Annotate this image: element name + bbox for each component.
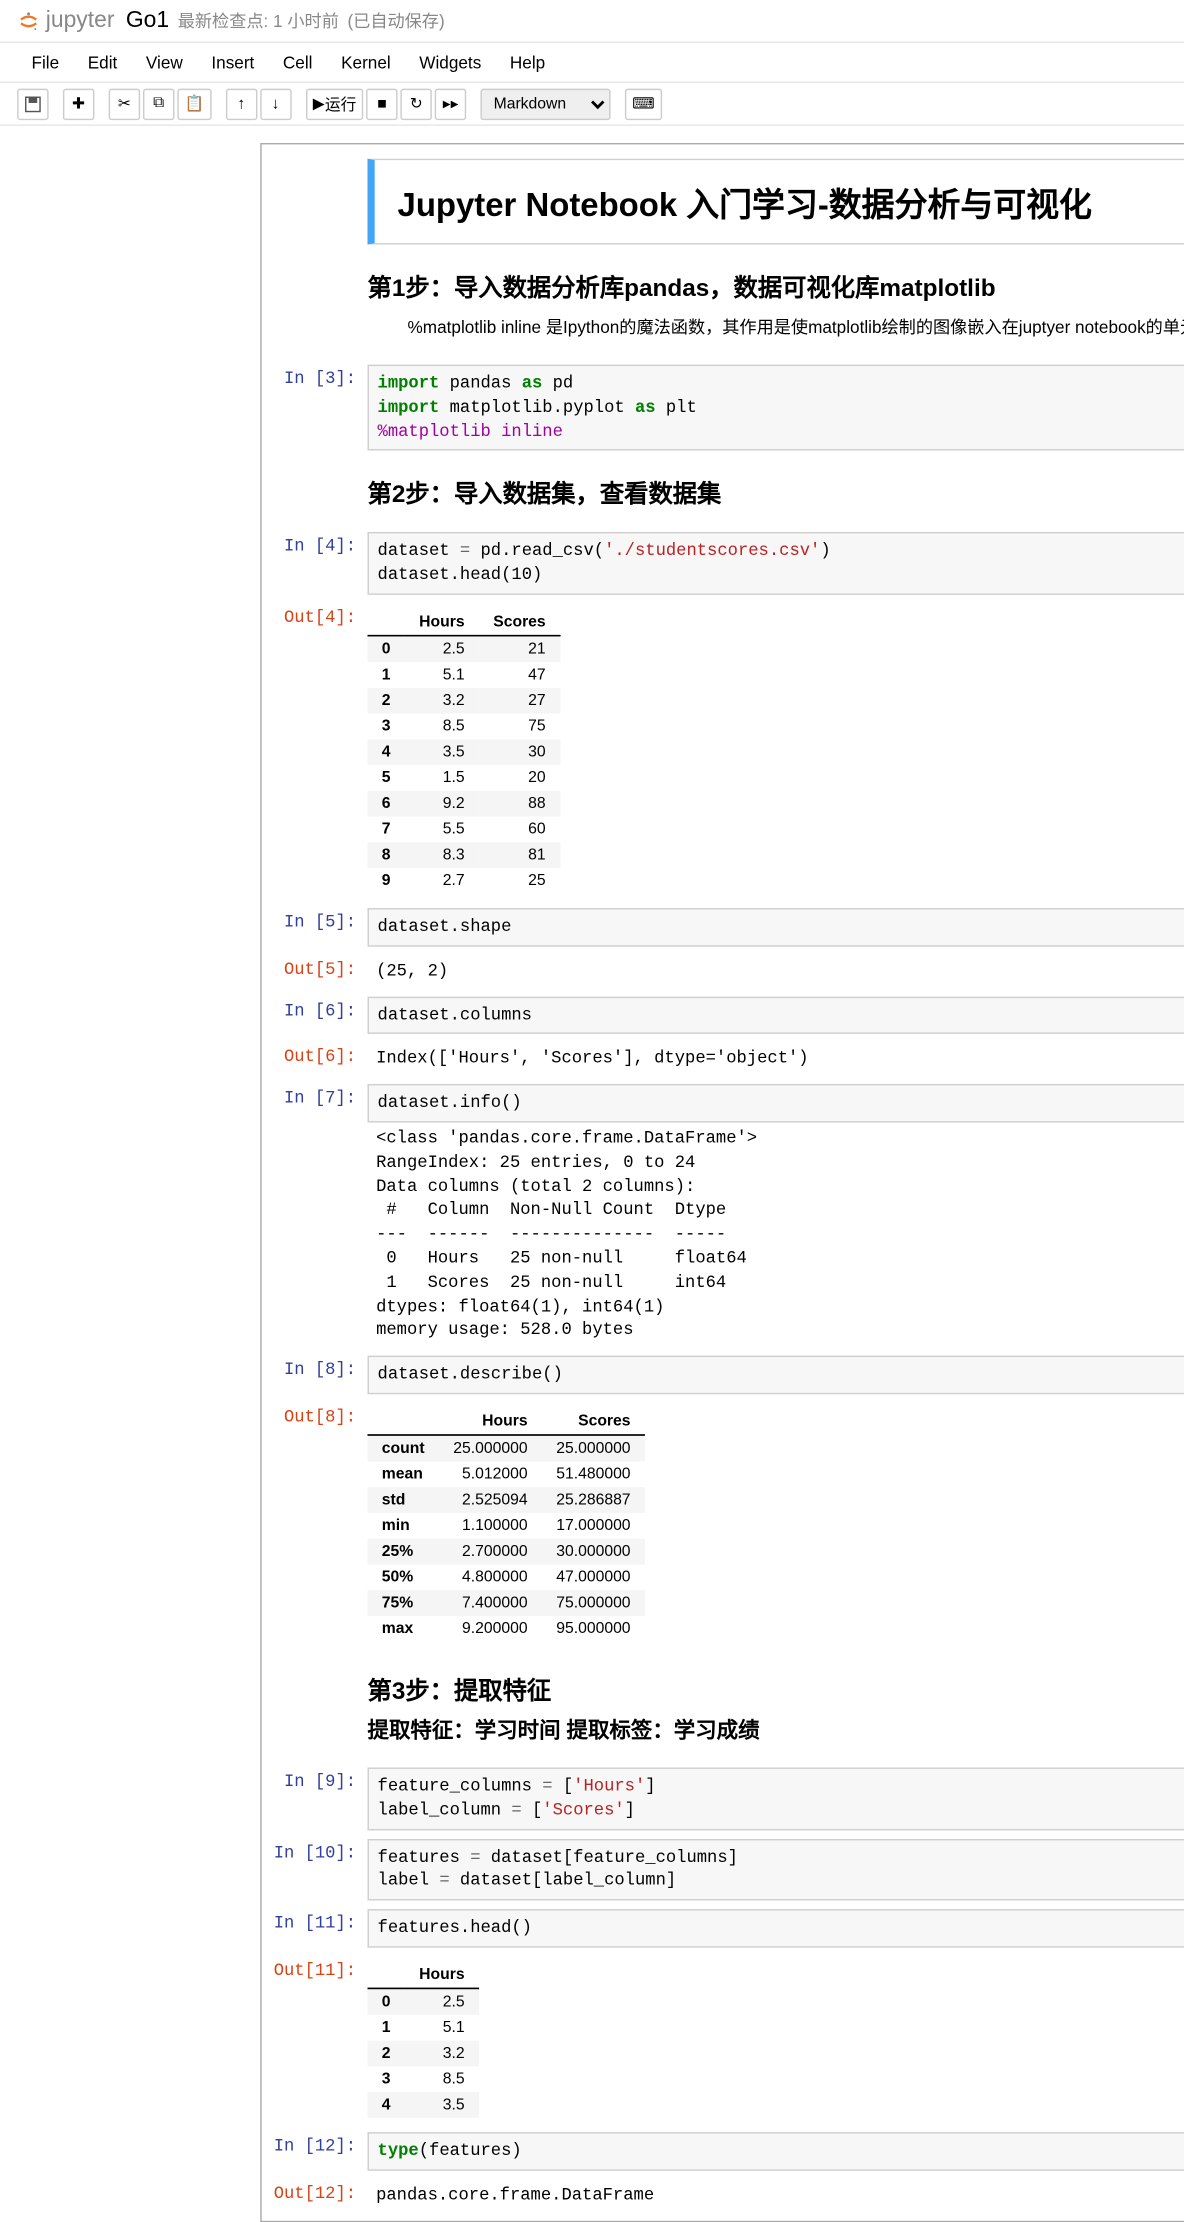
- section-heading: 第2步：导入数据集，查看数据集: [368, 474, 1184, 510]
- output-cell: Out[11]: Hours02.515.123.238.543.5: [262, 1956, 1184, 2123]
- dataframe-table: HoursScorescount25.00000025.000000mean5.…: [368, 1408, 645, 1641]
- code-cell[interactable]: In [11]: features.head(): [262, 1909, 1184, 1947]
- in-prompt: In [3]:: [262, 365, 368, 451]
- dataframe-table: HoursScores02.52115.14723.22738.57543.53…: [368, 609, 560, 894]
- dataframe-table: Hours02.515.123.238.543.5: [368, 1962, 479, 2118]
- save-button[interactable]: [17, 88, 48, 119]
- menu-cell[interactable]: Cell: [269, 46, 327, 77]
- out-prompt: Out[12]:: [262, 2179, 368, 2212]
- in-prompt: In [10]:: [262, 1838, 368, 1900]
- output-cell: Out[8]: HoursScorescount25.00000025.0000…: [262, 1403, 1184, 1648]
- code-input[interactable]: dataset.columns: [368, 996, 1184, 1034]
- code-cell[interactable]: In [9]: feature_columns = ['Hours'] labe…: [262, 1767, 1184, 1829]
- code-cell[interactable]: In [8]: dataset.describe(): [262, 1356, 1184, 1394]
- restart-run-all-button[interactable]: ▸▸: [435, 88, 466, 119]
- restart-button[interactable]: ↻: [401, 88, 432, 119]
- code-input[interactable]: dataset.info(): [368, 1084, 1184, 1122]
- command-palette-button[interactable]: ⌨: [625, 88, 662, 119]
- out-prompt: Out[11]:: [262, 1956, 368, 2123]
- menu-insert[interactable]: Insert: [197, 46, 269, 77]
- in-prompt: In [7]:: [262, 1084, 368, 1347]
- notebook-name[interactable]: Go1: [126, 8, 169, 34]
- code-cell[interactable]: In [10]: features = dataset[feature_colu…: [262, 1838, 1184, 1900]
- in-prompt: In [8]:: [262, 1356, 368, 1394]
- menu-view[interactable]: View: [132, 46, 197, 77]
- jupyter-logo[interactable]: jupyter: [17, 8, 114, 34]
- code-input[interactable]: features.head(): [368, 1909, 1184, 1947]
- in-prompt: In [11]:: [262, 1909, 368, 1947]
- output-text: pandas.core.frame.DataFrame: [368, 2179, 1184, 2212]
- interrupt-button[interactable]: ■: [366, 88, 397, 119]
- output-cell: Out[12]: pandas.core.frame.DataFrame: [262, 2179, 1184, 2212]
- out-prompt: Out[4]:: [262, 603, 368, 899]
- in-prompt: In [9]:: [262, 1767, 368, 1829]
- out-prompt: Out[6]:: [262, 1043, 368, 1076]
- cut-button[interactable]: ✂: [109, 88, 140, 119]
- header-bar: jupyter Go1 最新检查点: 1 小时前 (已自动保存) Logout: [0, 0, 1184, 43]
- code-input[interactable]: dataset = pd.read_csv('./studentscores.c…: [368, 533, 1184, 595]
- section-heading: 第1步：导入数据分析库pandas，数据可视化库matplotlib: [368, 267, 1184, 303]
- menu-help[interactable]: Help: [496, 46, 560, 77]
- page-title: Jupyter Notebook 入门学习-数据分析与可视化: [398, 177, 1184, 226]
- code-input[interactable]: feature_columns = ['Hours'] label_column…: [368, 1767, 1184, 1829]
- output-cell: Out[4]: HoursScores02.52115.14723.22738.…: [262, 603, 1184, 899]
- markdown-cell[interactable]: 第3步：提取特征 提取特征：学习时间 提取标签：学习成绩: [262, 1656, 1184, 1759]
- code-cell[interactable]: In [7]: dataset.info() <class 'pandas.co…: [262, 1084, 1184, 1347]
- code-input[interactable]: type(features): [368, 2132, 1184, 2170]
- logo-text: jupyter: [46, 8, 115, 34]
- in-prompt: In [6]:: [262, 996, 368, 1034]
- markdown-cell[interactable]: Jupyter Notebook 入门学习-数据分析与可视化 第1步：导入数据分…: [262, 153, 1184, 356]
- checkpoint-status: 最新检查点: 1 小时前: [178, 9, 339, 33]
- save-icon: [24, 95, 41, 112]
- out-prompt: Out[8]:: [262, 1403, 368, 1648]
- out-prompt: Out[5]:: [262, 955, 368, 988]
- markdown-text: %matplotlib inline 是Ipython的魔法函数，其作用是使ma…: [368, 315, 1184, 339]
- code-input[interactable]: import pandas as pd import matplotlib.py…: [368, 365, 1184, 451]
- menu-kernel[interactable]: Kernel: [327, 46, 405, 77]
- code-input[interactable]: features = dataset[feature_columns] labe…: [368, 1838, 1184, 1900]
- jupyter-icon: [17, 9, 40, 32]
- in-prompt: In [12]:: [262, 2132, 368, 2170]
- menu-bar: File Edit View Insert Cell Kernel Widget…: [0, 43, 1184, 83]
- menu-widgets[interactable]: Widgets: [405, 46, 496, 77]
- paste-button[interactable]: 📋: [177, 88, 211, 119]
- in-prompt: In [5]:: [262, 908, 368, 946]
- menu-file[interactable]: File: [17, 46, 73, 77]
- toolbar: ✚ ✂ ⧉ 📋 ↑ ↓ ▶ 运行 ■ ↻ ▸▸ Markdown ⌨: [0, 83, 1184, 126]
- menu-edit[interactable]: Edit: [73, 46, 131, 77]
- notebook-container: Jupyter Notebook 入门学习-数据分析与可视化 第1步：导入数据分…: [260, 143, 1184, 2222]
- code-cell[interactable]: In [6]: dataset.columns: [262, 996, 1184, 1034]
- move-down-button[interactable]: ↓: [260, 88, 291, 119]
- move-up-button[interactable]: ↑: [226, 88, 257, 119]
- run-button[interactable]: ▶ 运行: [306, 88, 364, 119]
- output-text: <class 'pandas.core.frame.DataFrame'> Ra…: [368, 1123, 1184, 1348]
- code-cell[interactable]: In [12]: type(features): [262, 2132, 1184, 2170]
- code-input[interactable]: dataset.shape: [368, 908, 1184, 946]
- code-cell[interactable]: In [5]: dataset.shape: [262, 908, 1184, 946]
- output-cell: Out[5]: (25, 2): [262, 955, 1184, 988]
- add-cell-button[interactable]: ✚: [63, 88, 94, 119]
- output-cell: Out[6]: Index(['Hours', 'Scores'], dtype…: [262, 1043, 1184, 1076]
- in-prompt: In [4]:: [262, 533, 368, 595]
- output-text: (25, 2): [368, 955, 1184, 988]
- code-input[interactable]: dataset.describe(): [368, 1356, 1184, 1394]
- copy-button[interactable]: ⧉: [143, 88, 174, 119]
- section-heading: 第3步：提取特征: [368, 1670, 1184, 1706]
- output-text: Index(['Hours', 'Scores'], dtype='object…: [368, 1043, 1184, 1076]
- autosave-status: (已自动保存): [347, 9, 444, 33]
- code-cell[interactable]: In [3]: import pandas as pd import matpl…: [262, 365, 1184, 451]
- section-subheading: 提取特征：学习时间 提取标签：学习成绩: [368, 1714, 1184, 1744]
- markdown-cell[interactable]: 第2步：导入数据集，查看数据集: [262, 460, 1184, 524]
- code-cell[interactable]: In [4]: dataset = pd.read_csv('./student…: [262, 533, 1184, 595]
- cell-type-select[interactable]: Markdown: [481, 88, 611, 119]
